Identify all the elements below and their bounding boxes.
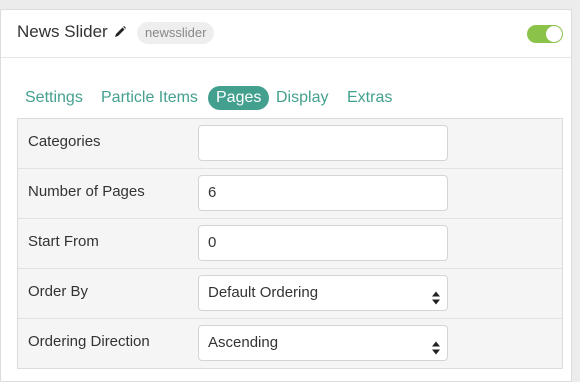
tab-particle-items[interactable]: Particle Items <box>101 86 198 110</box>
particle-panel: News Slider newsslider Settings Particle… <box>0 9 572 382</box>
select-arrows-icon <box>431 285 441 305</box>
pencil-icon[interactable] <box>113 25 127 39</box>
order-by-select[interactable]: Default Ordering <box>198 275 448 311</box>
panel-title: News Slider <box>17 22 108 41</box>
order-by-value: Default Ordering <box>208 284 319 301</box>
tab-display[interactable]: Display <box>276 86 328 110</box>
categories-input[interactable] <box>198 125 448 161</box>
form-row-ordering-direction: Ordering Direction Ascending <box>18 319 562 369</box>
tab-settings[interactable]: Settings <box>25 86 83 110</box>
particle-id-badge: newsslider <box>137 22 215 44</box>
form-row-order-by: Order By Default Ordering <box>18 269 562 319</box>
form-row-categories: Categories <box>18 119 562 169</box>
form-row-start-from: Start From 0 <box>18 219 562 269</box>
tab-extras[interactable]: Extras <box>347 86 392 110</box>
select-arrows-icon <box>431 335 441 355</box>
number-of-pages-label: Number of Pages <box>28 183 145 200</box>
start-from-input[interactable]: 0 <box>198 225 448 261</box>
number-of-pages-input[interactable]: 6 <box>198 175 448 211</box>
form-row-number-of-pages: Number of Pages 6 <box>18 169 562 219</box>
order-by-label: Order By <box>28 283 89 300</box>
ordering-direction-label: Ordering Direction <box>28 333 150 350</box>
panel-header: News Slider newsslider <box>1 10 571 58</box>
start-from-label: Start From <box>28 233 99 250</box>
categories-label: Categories <box>28 133 101 150</box>
ordering-direction-value: Ascending <box>208 334 279 351</box>
enabled-toggle[interactable] <box>527 25 563 43</box>
toggle-knob <box>546 26 562 42</box>
pages-form: Categories Number of Pages 6 Start From … <box>17 118 563 369</box>
tab-pages[interactable]: Pages <box>208 86 270 110</box>
ordering-direction-select[interactable]: Ascending <box>198 325 448 361</box>
